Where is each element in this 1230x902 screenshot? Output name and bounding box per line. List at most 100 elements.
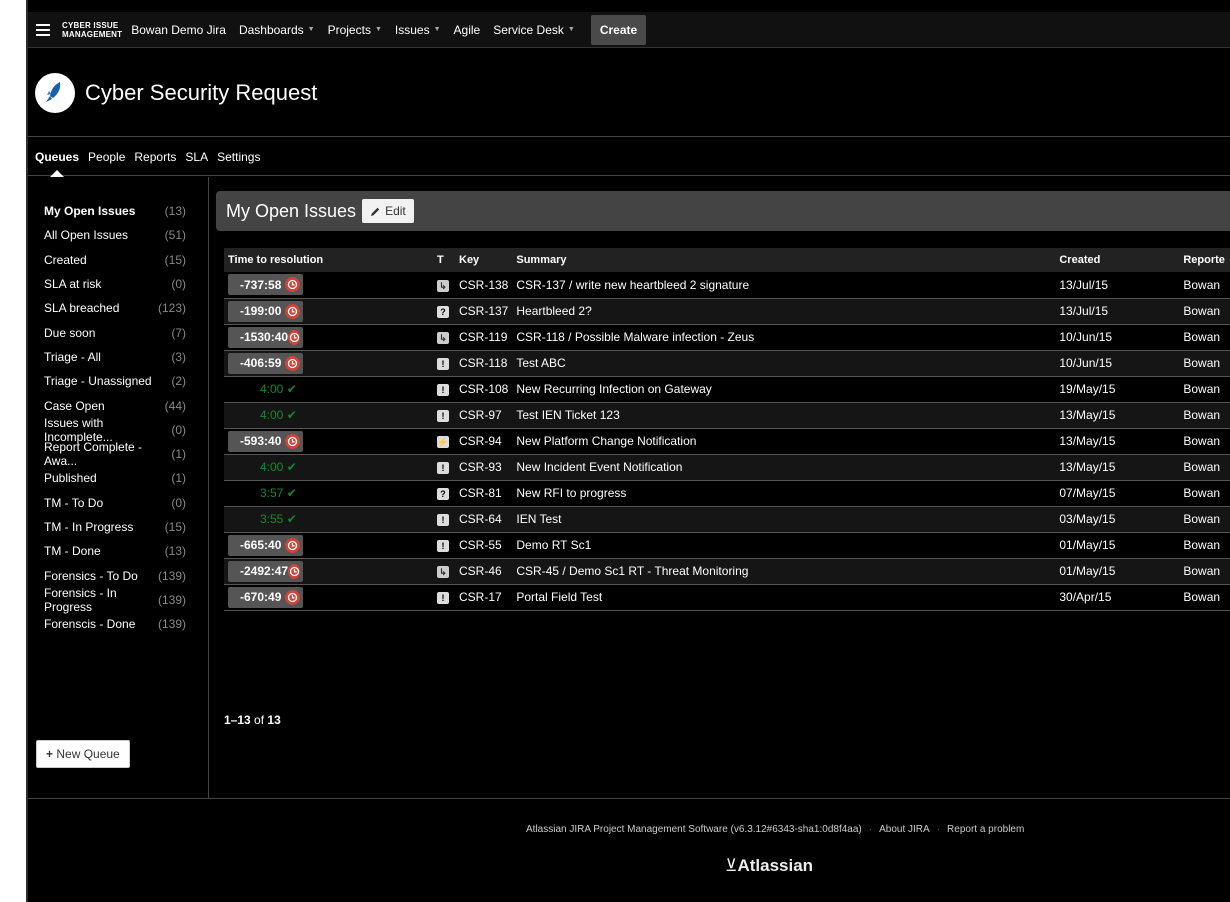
atlassian-logo[interactable]: ⊻Atlassian	[725, 856, 813, 876]
table-row[interactable]: -2492:47 ↳ CSR-46 CSR-45 / Demo Sc1 RT - Th…	[224, 558, 1230, 584]
tab-reports[interactable]: Reports	[134, 138, 176, 176]
reporter-name[interactable]: Bowan	[1179, 376, 1230, 402]
sidebar-queue-item[interactable]: TM - Done (13)	[28, 539, 208, 563]
table-row[interactable]: 4:00 ✔! CSR-108 New Recurring Infection on…	[224, 376, 1230, 402]
issue-key-link[interactable]: CSR-46	[455, 558, 512, 584]
issue-summary-link[interactable]: New RFI to progress	[512, 480, 1055, 506]
tab-people[interactable]: People	[88, 138, 125, 176]
reporter-name[interactable]: Bowan	[1179, 532, 1230, 558]
new-queue-button[interactable]: + New Queue	[36, 740, 130, 768]
column-header-created[interactable]: Created	[1055, 248, 1179, 272]
nav-item-dashboards[interactable]: Dashboards ▼	[239, 23, 315, 37]
sidebar-queue-item[interactable]: Issues with Incomplete... (0)	[28, 416, 208, 444]
reporter-name[interactable]: Bowan	[1179, 350, 1230, 376]
hamburger-menu-icon[interactable]	[36, 23, 50, 36]
reporter-name[interactable]: Bowan	[1179, 272, 1230, 298]
issue-summary-link[interactable]: Test ABC	[512, 350, 1055, 376]
project-avatar[interactable]	[35, 72, 75, 113]
issue-summary-link[interactable]: Heartbleed 2?	[512, 298, 1055, 324]
table-row[interactable]: -665:40! CSR-55 Demo RT Sc1 01/May/15 Bowan	[224, 532, 1230, 558]
issue-key-link[interactable]: CSR-64	[455, 506, 512, 532]
sidebar-queue-item[interactable]: All Open Issues (51)	[28, 223, 208, 247]
table-row[interactable]: 4:00 ✔! CSR-93 New Incident Event Notifica…	[224, 454, 1230, 480]
reporter-name[interactable]: Bowan	[1179, 324, 1230, 350]
tab-queues[interactable]: Queues	[35, 138, 79, 177]
nav-item-bowan-demo-jira[interactable]: Bowan Demo Jira	[131, 23, 226, 37]
sidebar-queue-item[interactable]: Forensics - In Progress (139)	[28, 586, 208, 614]
issue-key-link[interactable]: CSR-138	[455, 272, 512, 298]
sla-breached-lozenge[interactable]: -199:00	[228, 300, 303, 322]
column-header-time[interactable]: Time to resolution	[224, 248, 433, 272]
table-row[interactable]: 3:55 ✔! CSR-64 IEN Test 03/May/15 Bowan	[224, 506, 1230, 532]
reporter-name[interactable]: Bowan	[1179, 584, 1230, 610]
sidebar-queue-item[interactable]: TM - To Do (0)	[28, 491, 208, 515]
app-logo[interactable]: CYBER ISSUE MANAGEMENT	[62, 21, 122, 39]
footer-software[interactable]: Atlassian JIRA Project Management Softwa…	[526, 824, 862, 835]
nav-item-issues[interactable]: Issues ▼	[395, 23, 441, 37]
nav-item-agile[interactable]: Agile	[454, 23, 481, 37]
issue-summary-link[interactable]: Test IEN Ticket 123	[512, 402, 1055, 428]
table-row[interactable]: 4:00 ✔! CSR-97 Test IEN Ticket 123 13/May/1…	[224, 402, 1230, 428]
sidebar-queue-item[interactable]: Case Open (44)	[28, 393, 208, 417]
issue-summary-link[interactable]: New Platform Change Notification	[512, 428, 1055, 454]
sidebar-queue-item[interactable]: SLA at risk (0)	[28, 272, 208, 296]
reporter-name[interactable]: Bowan	[1179, 298, 1230, 324]
sla-breached-lozenge[interactable]: -670:49	[228, 586, 303, 608]
issue-summary-link[interactable]: CSR-45 / Demo Sc1 RT - Threat Monitoring	[512, 558, 1055, 584]
tab-settings[interactable]: Settings	[217, 138, 260, 176]
column-header-reporter[interactable]: Reporte	[1179, 248, 1230, 272]
reporter-name[interactable]: Bowan	[1179, 480, 1230, 506]
sidebar-queue-item[interactable]: Triage - All (3)	[28, 345, 208, 369]
issue-key-link[interactable]: CSR-55	[455, 532, 512, 558]
issue-summary-link[interactable]: IEN Test	[512, 506, 1055, 532]
footer-report-link[interactable]: Report a problem	[947, 824, 1024, 835]
sla-breached-lozenge[interactable]: -1530:40	[228, 326, 303, 348]
edit-queue-button[interactable]: Edit	[362, 199, 414, 223]
table-row[interactable]: -406:59! CSR-118 Test ABC 10/Jun/15 Bowan	[224, 350, 1230, 376]
reporter-name[interactable]: Bowan	[1179, 558, 1230, 584]
issue-key-link[interactable]: CSR-118	[455, 350, 512, 376]
issue-key-link[interactable]: CSR-97	[455, 402, 512, 428]
issue-key-link[interactable]: CSR-94	[455, 428, 512, 454]
issue-key-link[interactable]: CSR-108	[455, 376, 512, 402]
nav-item-service-desk[interactable]: Service Desk ▼	[493, 23, 575, 37]
sla-breached-lozenge[interactable]: -406:59	[228, 352, 303, 374]
sidebar-queue-item[interactable]: My Open Issues (13)	[28, 199, 208, 223]
column-header-summary[interactable]: Summary	[512, 248, 1055, 272]
reporter-name[interactable]: Bowan	[1179, 402, 1230, 428]
issue-key-link[interactable]: CSR-119	[455, 324, 512, 350]
sidebar-queue-item[interactable]: Report Complete - Awa... (1)	[28, 440, 208, 468]
issue-key-link[interactable]: CSR-81	[455, 480, 512, 506]
sidebar-queue-item[interactable]: Due soon (7)	[28, 320, 208, 344]
footer-about-link[interactable]: About JIRA	[879, 824, 930, 835]
sidebar-queue-item[interactable]: SLA breached (123)	[28, 296, 208, 320]
reporter-name[interactable]: Bowan	[1179, 506, 1230, 532]
reporter-name[interactable]: Bowan	[1179, 428, 1230, 454]
column-header-key[interactable]: Key	[455, 248, 512, 272]
sla-breached-lozenge[interactable]: -2492:47	[228, 560, 303, 582]
column-header-type[interactable]: T	[433, 248, 455, 272]
sidebar-queue-item[interactable]: Forenscis - Done (139)	[28, 612, 208, 636]
table-row[interactable]: -593:40 ⚡ CSR-94 New Platform Change Notifi…	[224, 428, 1230, 454]
issue-summary-link[interactable]: CSR-137 / write new heartbleed 2 signatu…	[512, 272, 1055, 298]
table-row[interactable]: 3:57 ✔? CSR-81 New RFI to progress 07/May/1…	[224, 480, 1230, 506]
table-row[interactable]: -737:58 ↳ CSR-138 CSR-137 / write new heart…	[224, 272, 1230, 298]
issue-summary-link[interactable]: New Incident Event Notification	[512, 454, 1055, 480]
table-row[interactable]: -1530:40 ↳ CSR-119 CSR-118 / Possible Malwa…	[224, 324, 1230, 350]
table-row[interactable]: -199:00? CSR-137 Heartbleed 2? 13/Jul/15 Bow…	[224, 298, 1230, 324]
sla-breached-lozenge[interactable]: -665:40	[228, 534, 303, 556]
sidebar-queue-item[interactable]: Triage - Unassigned (2)	[28, 369, 208, 393]
issue-summary-link[interactable]: CSR-118 / Possible Malware infection - Z…	[512, 324, 1055, 350]
issue-summary-link[interactable]: Demo RT Sc1	[512, 532, 1055, 558]
issue-summary-link[interactable]: Portal Field Test	[512, 584, 1055, 610]
reporter-name[interactable]: Bowan	[1179, 454, 1230, 480]
tab-sla[interactable]: SLA	[185, 138, 208, 176]
issue-key-link[interactable]: CSR-17	[455, 584, 512, 610]
issue-key-link[interactable]: CSR-93	[455, 454, 512, 480]
create-button[interactable]: Create	[590, 14, 647, 45]
sidebar-queue-item[interactable]: Published (1)	[28, 466, 208, 490]
table-row[interactable]: -670:49! CSR-17 Portal Field Test 30/Apr/15…	[224, 584, 1230, 610]
sidebar-queue-item[interactable]: Created (15)	[28, 248, 208, 272]
sla-breached-lozenge[interactable]: -737:58	[228, 274, 303, 296]
issue-key-link[interactable]: CSR-137	[455, 298, 512, 324]
